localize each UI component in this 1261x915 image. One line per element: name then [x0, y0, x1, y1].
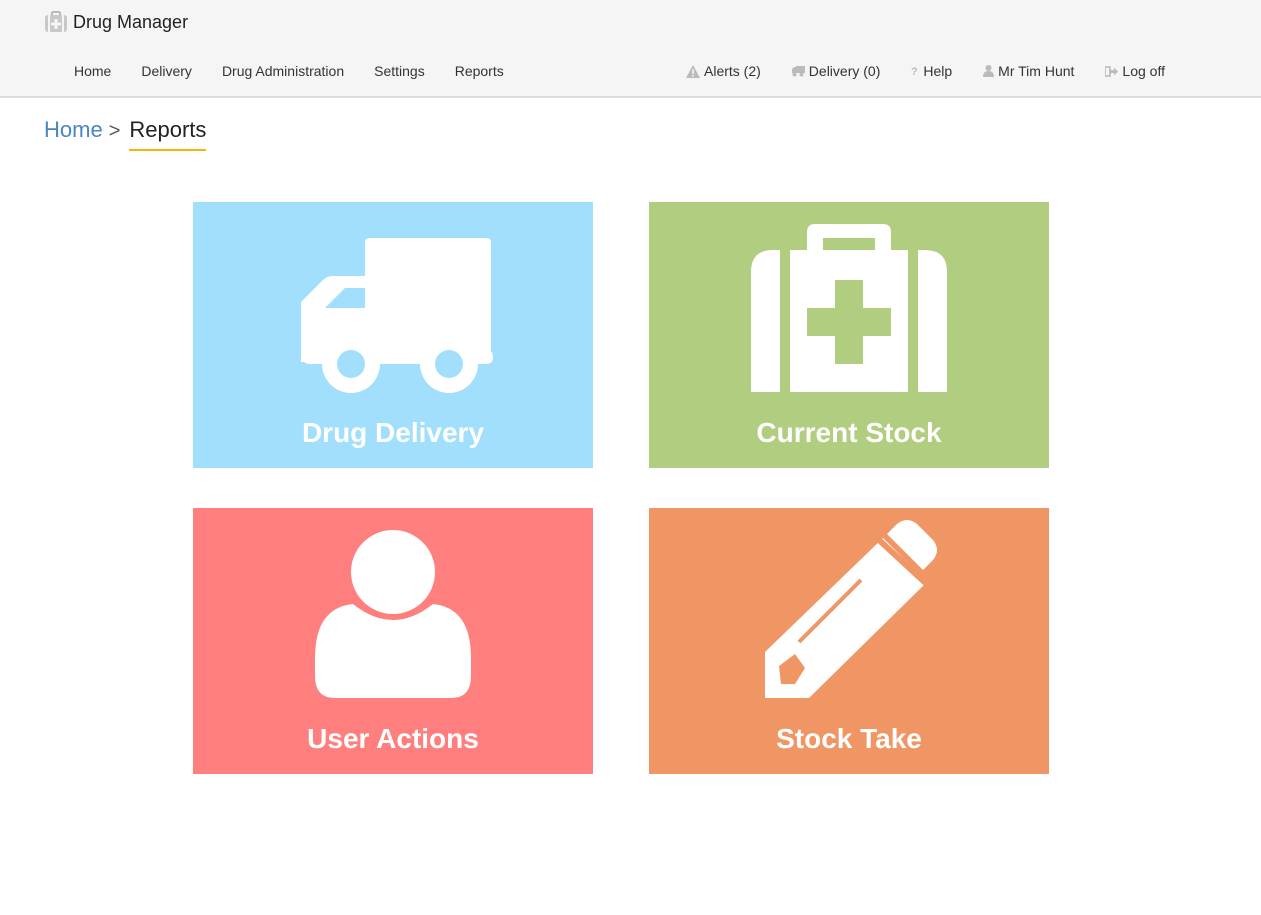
stock-take-label: Stock Take [776, 723, 922, 754]
current-stock-label: Current Stock [756, 417, 942, 448]
sign-out-icon [1104, 64, 1118, 78]
breadcrumb: Home > Reports [44, 117, 207, 151]
breadcrumb-separator: > [108, 120, 121, 142]
drug-delivery-tile[interactable]: Drug Delivery [193, 202, 593, 468]
breadcrumb-home-link[interactable]: Home [44, 117, 103, 143]
nav-reports[interactable]: Reports [455, 62, 504, 80]
user-actions-tile[interactable]: User Actions [193, 508, 593, 774]
question-icon: ? [910, 64, 919, 78]
nav-home[interactable]: Home [74, 62, 111, 80]
nav-delivery[interactable]: Delivery [141, 62, 192, 80]
svg-text:?: ? [911, 66, 918, 77]
truck-icon [791, 64, 805, 78]
alerts-link[interactable]: Alerts (2) [686, 62, 761, 80]
user-icon [982, 64, 994, 78]
truck-icon [301, 238, 493, 393]
brand[interactable]: Drug Manager [44, 10, 188, 34]
log-off-label: Log off [1122, 63, 1165, 79]
top-header: Drug Manager Home Delivery Drug Administ… [0, 0, 1261, 98]
medical-kit-icon [751, 224, 947, 392]
alerts-label: Alerts (2) [704, 63, 761, 79]
log-off-link[interactable]: Log off [1104, 62, 1165, 80]
delivery-status-link[interactable]: Delivery (0) [791, 62, 881, 80]
nav-settings[interactable]: Settings [374, 62, 425, 80]
user-profile-link[interactable]: Mr Tim Hunt [982, 62, 1074, 80]
help-label: Help [923, 63, 953, 79]
stock-take-tile[interactable]: Stock Take [649, 508, 1049, 774]
breadcrumb-current: Reports [129, 117, 207, 151]
nav-drug-administration[interactable]: Drug Administration [222, 62, 344, 80]
app-title: Drug Manager [73, 11, 189, 32]
user-actions-label: User Actions [307, 723, 479, 754]
main-nav: Home Delivery Drug Administration Settin… [74, 62, 534, 80]
user-name-label: Mr Tim Hunt [998, 63, 1075, 79]
user-icon [315, 530, 471, 698]
warning-icon [686, 64, 700, 78]
user-nav: Alerts (2) Delivery (0) ? Help Mr Tim Hu… [686, 62, 1165, 80]
drug-delivery-label: Drug Delivery [301, 417, 485, 448]
medical-kit-icon [44, 11, 68, 33]
delivery-status-label: Delivery (0) [808, 63, 881, 79]
current-stock-tile[interactable]: Current Stock [649, 202, 1049, 468]
help-link[interactable]: ? Help [910, 62, 952, 80]
pencil-icon [765, 520, 937, 698]
